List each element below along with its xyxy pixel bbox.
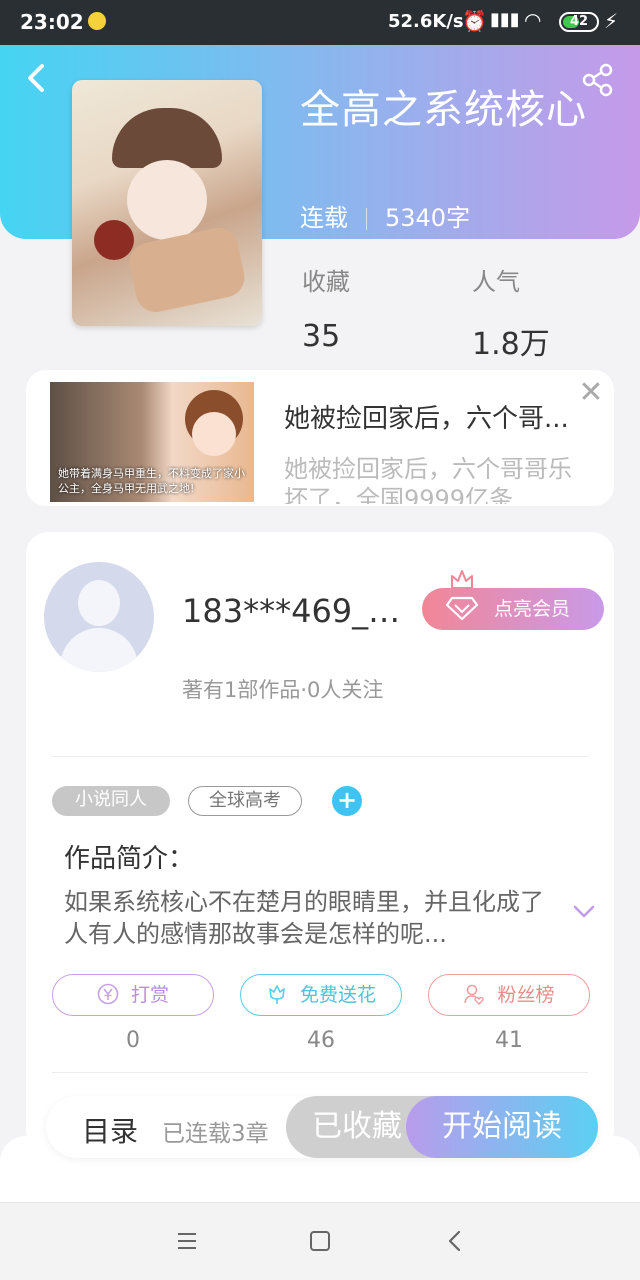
ad-description: 她被捡回家后，六个哥哥乐坏了，全国9999亿条 [284,455,572,504]
book-status: 连载 5340字 [300,198,470,233]
charging-icon: ⚡ [604,9,619,33]
back-arrow-icon[interactable] [22,60,52,96]
stat-popularity: 人气 1.8万 [472,262,550,363]
author-card: 183***469_4... 点亮会员 著有1部作品·0人关注 小说同人 全球高… [26,532,614,1152]
table-of-contents-button[interactable]: 目录 [82,1110,138,1150]
author-meta: 著有1部作品·0人关注 [182,678,384,702]
book-title: 全高之系统核心 [300,87,587,133]
menu-icon[interactable] [176,1231,198,1251]
vip-button[interactable]: 点亮会员 [422,588,604,630]
divider [52,756,588,757]
flower-icon [269,985,285,1004]
tag-chip[interactable]: 小说同人 [52,786,170,816]
stat-value: 35 [302,319,341,354]
intro-text: 如果系统核心不在楚月的眼睛里，并且化成了人有人的感情那故事会是怎样的呢... [64,888,544,948]
yen-coin-icon [97,983,119,1005]
ad-image[interactable]: 她带着满身马甲重生，不料变成了家小公主，全身马甲无用武之地! [50,382,254,502]
send-flower-button[interactable]: 免费送花 [240,974,402,1016]
stat-label: 收藏 [302,268,350,296]
author-name[interactable]: 183***469_4... [182,592,418,630]
battery-icon: 42 [559,12,599,32]
start-reading-button[interactable]: 开始阅读 [406,1096,598,1158]
chapter-count[interactable]: 已连载3章 [162,1114,269,1148]
chevron-down-icon[interactable] [572,904,596,920]
network-speed: 52.6K/s [388,11,464,32]
word-count: 5340字 [385,204,471,232]
tag-chip[interactable]: 全球高考 [188,786,302,816]
send-flower-label: 免费送花 [299,984,376,1006]
avatar[interactable] [44,562,154,672]
stat-label: 人气 [472,268,520,296]
alarm-icon: ⏰ [462,9,487,33]
stat-value: 1.8万 [472,327,550,362]
ad-image-caption: 她带着满身马甲重生，不料变成了家小公主，全身马甲无用武之地! [58,467,245,495]
clock: 23:02 [20,10,84,34]
flower-count: 46 [307,1028,335,1053]
vip-button-label: 点亮会员 [494,598,571,620]
signal-icon: ▮▮▮ [490,9,520,30]
fan-heart-icon [464,984,485,1005]
home-icon[interactable] [310,1231,330,1251]
ad-title[interactable]: 她被捡回家后，六个哥... [284,398,604,435]
intro-label: 作品简介： [64,844,195,874]
status-bar: 23:02 52.6K/s ⏰ ▮▮▮ ◠ 42 ⚡ [0,0,640,45]
diamond-icon [446,596,478,620]
reward-count: 0 [126,1028,140,1053]
stat-favorites: 收藏 35 [302,262,350,354]
reading-bar: 目录 已连载3章 已收藏 开始阅读 [46,1096,598,1158]
serial-status: 连载 [300,204,348,232]
fan-ranking-button[interactable]: 粉丝榜 [428,974,590,1016]
nav-back-icon[interactable] [446,1229,464,1253]
close-icon[interactable]: ✕ [574,376,608,410]
add-tag-button[interactable]: + [332,786,362,816]
book-cover[interactable] [72,80,262,326]
system-nav-bar [0,1202,640,1280]
ad-card[interactable]: 她带着满身马甲重生，不料变成了家小公主，全身马甲无用武之地! 她被捡回家后，六个… [26,370,614,506]
fan-ranking-label: 粉丝榜 [497,984,555,1006]
wifi-icon: ◠ [524,8,542,32]
crown-icon [451,570,473,589]
reward-button[interactable]: 打赏 [52,974,214,1016]
divider [52,1072,588,1073]
reward-label: 打赏 [130,984,169,1006]
notification-icon [88,12,106,30]
battery-level: 42 [569,14,589,29]
fan-count: 41 [495,1028,523,1053]
